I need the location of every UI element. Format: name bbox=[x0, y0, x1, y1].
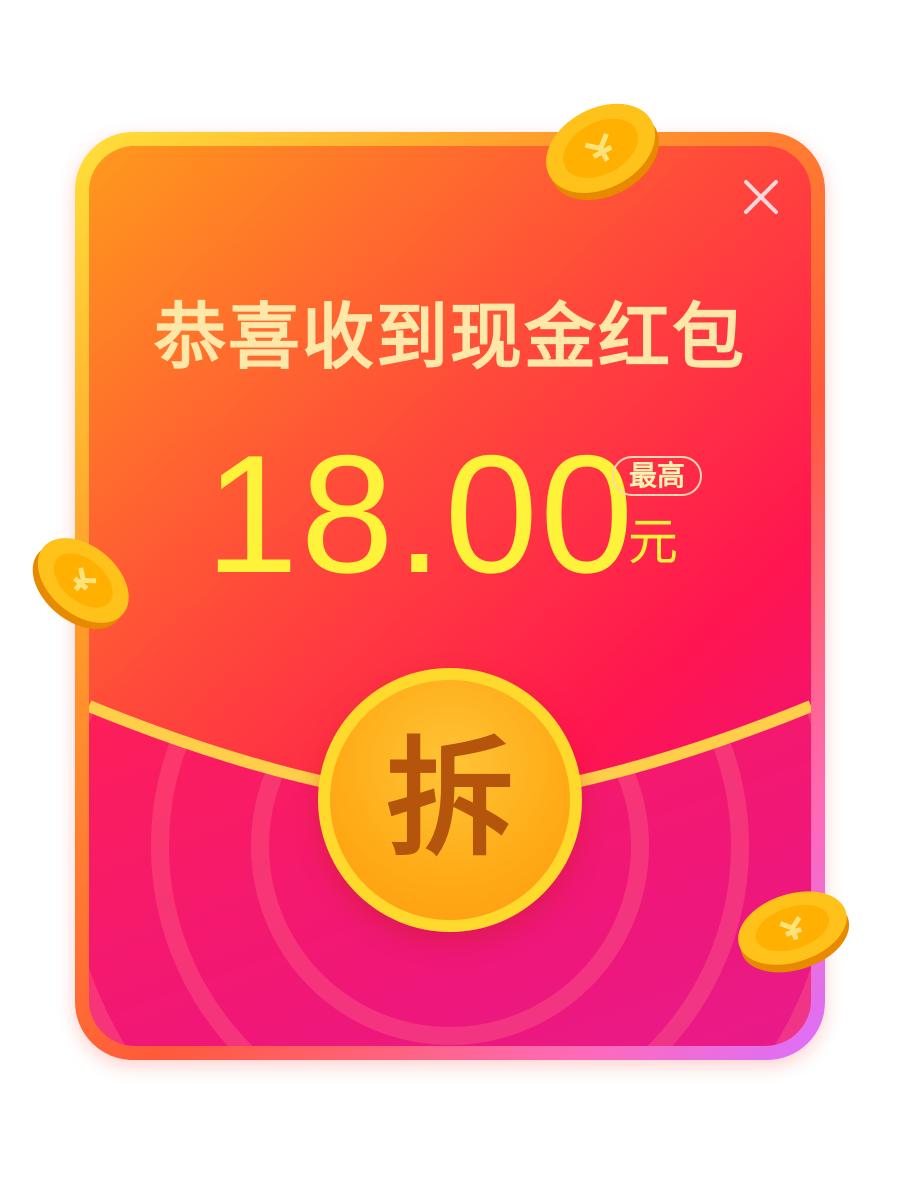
gold-coin-icon bbox=[22, 522, 142, 642]
amount-value: 18.00 bbox=[205, 420, 636, 608]
open-button-label: 拆 bbox=[385, 725, 514, 874]
close-icon bbox=[744, 180, 778, 214]
open-button-face: 拆 bbox=[330, 680, 570, 920]
max-badge: 最高 bbox=[612, 456, 702, 496]
gold-coin-icon bbox=[728, 880, 858, 980]
gold-coin-icon bbox=[532, 86, 672, 216]
close-button[interactable] bbox=[738, 174, 784, 220]
headline: 恭喜收到现金红包 bbox=[153, 295, 746, 379]
amount-unit: 元 bbox=[628, 513, 678, 571]
open-button[interactable]: 拆 bbox=[318, 668, 582, 932]
red-packet-dialog: 恭喜收到现金红包 18.00 最高 元 拆 bbox=[0, 0, 900, 1200]
